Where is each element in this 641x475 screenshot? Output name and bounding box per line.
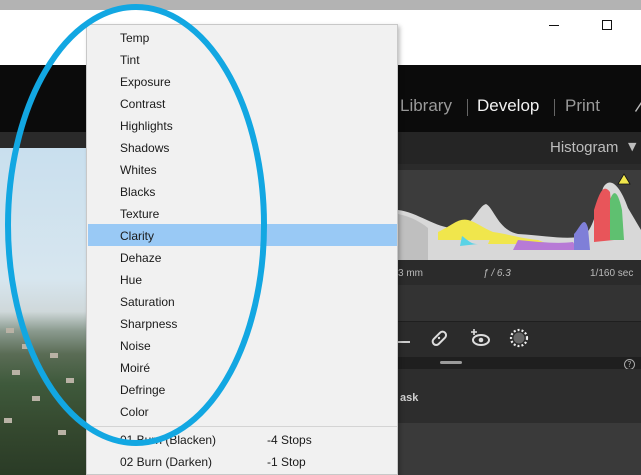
menu-item-label: Blacks xyxy=(120,185,156,199)
menu-item-label: Whites xyxy=(120,163,157,177)
menu-item-sharpness[interactable]: Sharpness xyxy=(88,312,397,334)
menu-item-label: Hue xyxy=(120,273,143,287)
menu-item-label: Temp xyxy=(120,31,150,45)
menu-item-hue[interactable]: Hue xyxy=(88,268,397,290)
aperture: ƒ / 6.3 xyxy=(483,268,511,279)
mask-header[interactable] xyxy=(398,369,641,423)
menu-item-label: Dehaze xyxy=(120,251,162,265)
menu-item-moir-[interactable]: Moiré xyxy=(88,356,397,378)
window-frame xyxy=(0,0,641,10)
photo-detail xyxy=(6,328,14,333)
photo-detail xyxy=(4,418,12,423)
adjustment-context-menu: Temp Tint Exposure Contrast Highlights Shadow… xyxy=(86,24,398,475)
preset-label: 02 Burn (Darken) xyxy=(120,455,213,469)
menu-item-dehaze[interactable]: Dehaze xyxy=(88,246,397,268)
panel-divider xyxy=(398,357,641,369)
photo-preview[interactable] xyxy=(0,148,90,475)
histogram-chart xyxy=(398,173,641,260)
menu-item-defringe[interactable]: Defringe xyxy=(88,378,397,400)
menu-item-label: Sharpness xyxy=(120,317,178,331)
menu-preset-item[interactable]: 01 Burn (Blacken) -4 Stops xyxy=(88,428,397,450)
mask-title: ask xyxy=(400,392,419,404)
menu-preset-item[interactable]: 02 Burn (Darken) -1 Stop xyxy=(88,450,397,472)
module-separator xyxy=(554,99,555,116)
menu-item-label: Tint xyxy=(120,53,140,67)
drag-handle-icon[interactable] xyxy=(440,361,462,364)
menu-item-label: Noise xyxy=(120,339,151,353)
menu-item-clarity[interactable]: Clarity xyxy=(88,224,397,246)
menu-item-exposure[interactable]: Exposure xyxy=(88,70,397,92)
photo-detail xyxy=(22,344,30,349)
menu-item-tint[interactable]: Tint xyxy=(88,48,397,70)
photo-detail xyxy=(58,430,66,435)
menu-item-noise[interactable]: Noise xyxy=(88,334,397,356)
minimize-icon[interactable] xyxy=(539,12,569,38)
menu-item-label: Highlights xyxy=(120,119,173,133)
maximize-icon[interactable] xyxy=(592,12,622,38)
photo-detail xyxy=(12,370,20,375)
photo-detail xyxy=(32,396,40,401)
menu-item-color[interactable]: Color xyxy=(88,400,397,422)
menu-item-label: Defringe xyxy=(120,383,166,397)
menu-item-blacks[interactable]: Blacks xyxy=(88,180,397,202)
module-library[interactable]: Library xyxy=(400,96,452,116)
healing-brush-icon[interactable] xyxy=(427,326,451,350)
collapse-triangle-icon[interactable]: ▼ xyxy=(628,140,636,153)
red-eye-icon[interactable] xyxy=(469,326,493,350)
preset-amount: -4 Stops xyxy=(267,433,312,447)
menu-item-label: Color xyxy=(120,405,149,419)
preset-amount: -1 Stop xyxy=(267,455,306,469)
masking-icon[interactable] xyxy=(507,326,531,350)
menu-item-temp[interactable]: Temp xyxy=(88,26,397,48)
menu-item-label: Shadows xyxy=(120,141,170,155)
photo-border xyxy=(0,132,90,148)
menu-item-saturation[interactable]: Saturation xyxy=(88,290,397,312)
module-develop[interactable]: Develop xyxy=(477,96,539,116)
menu-item-label: Texture xyxy=(120,207,160,221)
menu-item-contrast[interactable]: Contrast xyxy=(88,92,397,114)
module-print[interactable]: Print xyxy=(565,96,600,116)
menu-item-whites[interactable]: Whites xyxy=(88,158,397,180)
menu-item-label: Saturation xyxy=(120,295,175,309)
mask-list xyxy=(398,423,641,475)
menu-separator xyxy=(88,426,397,427)
menu-item-texture[interactable]: Texture xyxy=(88,202,397,224)
menu-item-label: Exposure xyxy=(120,75,171,89)
menu-item-shadows[interactable]: Shadows xyxy=(88,136,397,158)
histogram-footer xyxy=(398,285,641,321)
histogram-graph xyxy=(398,170,641,260)
menu-item-highlights[interactable]: Highlights xyxy=(88,114,397,136)
module-more-icon[interactable] xyxy=(633,100,641,112)
module-separator xyxy=(467,99,468,116)
menu-item-label: Contrast xyxy=(120,97,166,111)
shutter-speed: 1/160 sec xyxy=(590,268,634,279)
menu-item-label: Clarity xyxy=(120,229,155,243)
photo-detail xyxy=(66,378,74,383)
preset-label: 01 Burn (Blacken) xyxy=(120,433,217,447)
focal-length: 3 mm xyxy=(398,268,423,279)
histogram-title[interactable]: Histogram xyxy=(550,139,618,156)
photo-detail xyxy=(50,353,58,358)
menu-item-label: Moiré xyxy=(120,361,151,375)
